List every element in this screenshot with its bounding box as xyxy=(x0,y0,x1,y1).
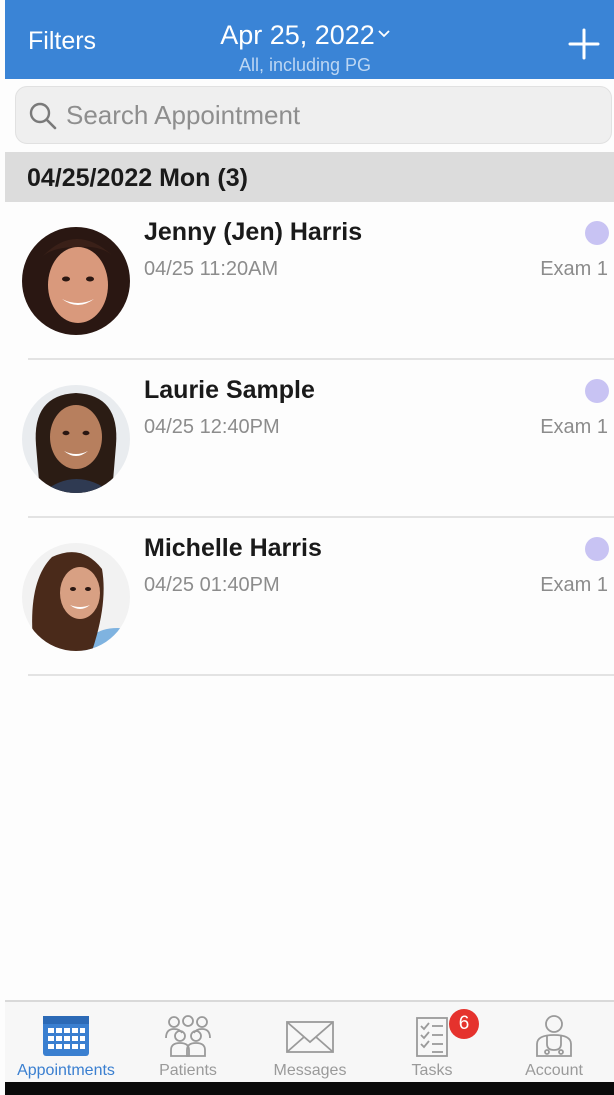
chevron-down-icon xyxy=(378,12,390,46)
patient-avatar xyxy=(22,543,130,651)
patient-name: Jenny (Jen) Harris xyxy=(144,218,363,246)
patient-avatar xyxy=(22,227,130,335)
status-dot xyxy=(585,221,609,245)
section-title: 04/25/2022 Mon (3) xyxy=(27,164,248,192)
calendar-icon xyxy=(43,1016,89,1056)
tasks-count-badge: 6 xyxy=(449,1009,479,1039)
search-icon xyxy=(29,102,57,130)
add-appointment-button[interactable] xyxy=(568,28,600,60)
tab-label: Messages xyxy=(273,1062,347,1079)
patient-name: Michelle Harris xyxy=(144,534,322,562)
appointment-room: Exam 1 xyxy=(540,258,608,280)
appointment-room: Exam 1 xyxy=(540,574,608,596)
status-dot xyxy=(585,379,609,403)
search-bar[interactable] xyxy=(15,86,612,144)
bottom-tab-bar: Appointments Patients Messages Tasks Acc… xyxy=(5,1000,614,1082)
date-selector[interactable]: Apr 25, 2022 All, including PG xyxy=(205,12,405,76)
appointment-row[interactable]: Jenny (Jen) Harris 04/25 11:20AM Exam 1 xyxy=(5,202,614,360)
tab-messages[interactable]: Messages xyxy=(249,1002,371,1082)
filter-subtitle: All, including PG xyxy=(238,55,372,75)
tab-label: Tasks xyxy=(411,1062,453,1079)
status-dot xyxy=(585,537,609,561)
appointment-time: 04/25 01:40PM xyxy=(144,574,280,596)
system-bottom-bar xyxy=(5,1082,614,1095)
patient-name: Laurie Sample xyxy=(144,376,315,404)
people-icon xyxy=(165,1015,211,1057)
date-section-header: 04/25/2022 Mon (3) xyxy=(5,152,614,202)
tab-label: Patients xyxy=(159,1062,217,1079)
top-nav-bar: Filters Apr 25, 2022 All, including PG xyxy=(5,0,614,79)
envelope-icon xyxy=(286,1021,334,1053)
selected-date: Apr 25, 2022 xyxy=(220,20,375,50)
appointment-room: Exam 1 xyxy=(540,416,608,438)
appointment-row[interactable]: Laurie Sample 04/25 12:40PM Exam 1 xyxy=(5,360,614,518)
tab-label: Account xyxy=(525,1062,583,1079)
search-input[interactable] xyxy=(66,87,596,143)
appointment-time: 04/25 11:20AM xyxy=(144,258,279,280)
tab-account[interactable]: Account xyxy=(493,1002,614,1082)
tab-appointments[interactable]: Appointments xyxy=(5,1002,127,1082)
patient-avatar xyxy=(22,385,130,493)
doctor-icon xyxy=(536,1015,572,1057)
appointment-row[interactable]: Michelle Harris 04/25 01:40PM Exam 1 xyxy=(5,518,614,676)
filters-button[interactable]: Filters xyxy=(28,27,96,56)
tab-patients[interactable]: Patients xyxy=(127,1002,249,1082)
tab-label: Appointments xyxy=(17,1062,115,1079)
row-divider xyxy=(28,674,614,676)
appointment-time: 04/25 12:40PM xyxy=(144,416,280,438)
plus-icon xyxy=(568,28,600,60)
